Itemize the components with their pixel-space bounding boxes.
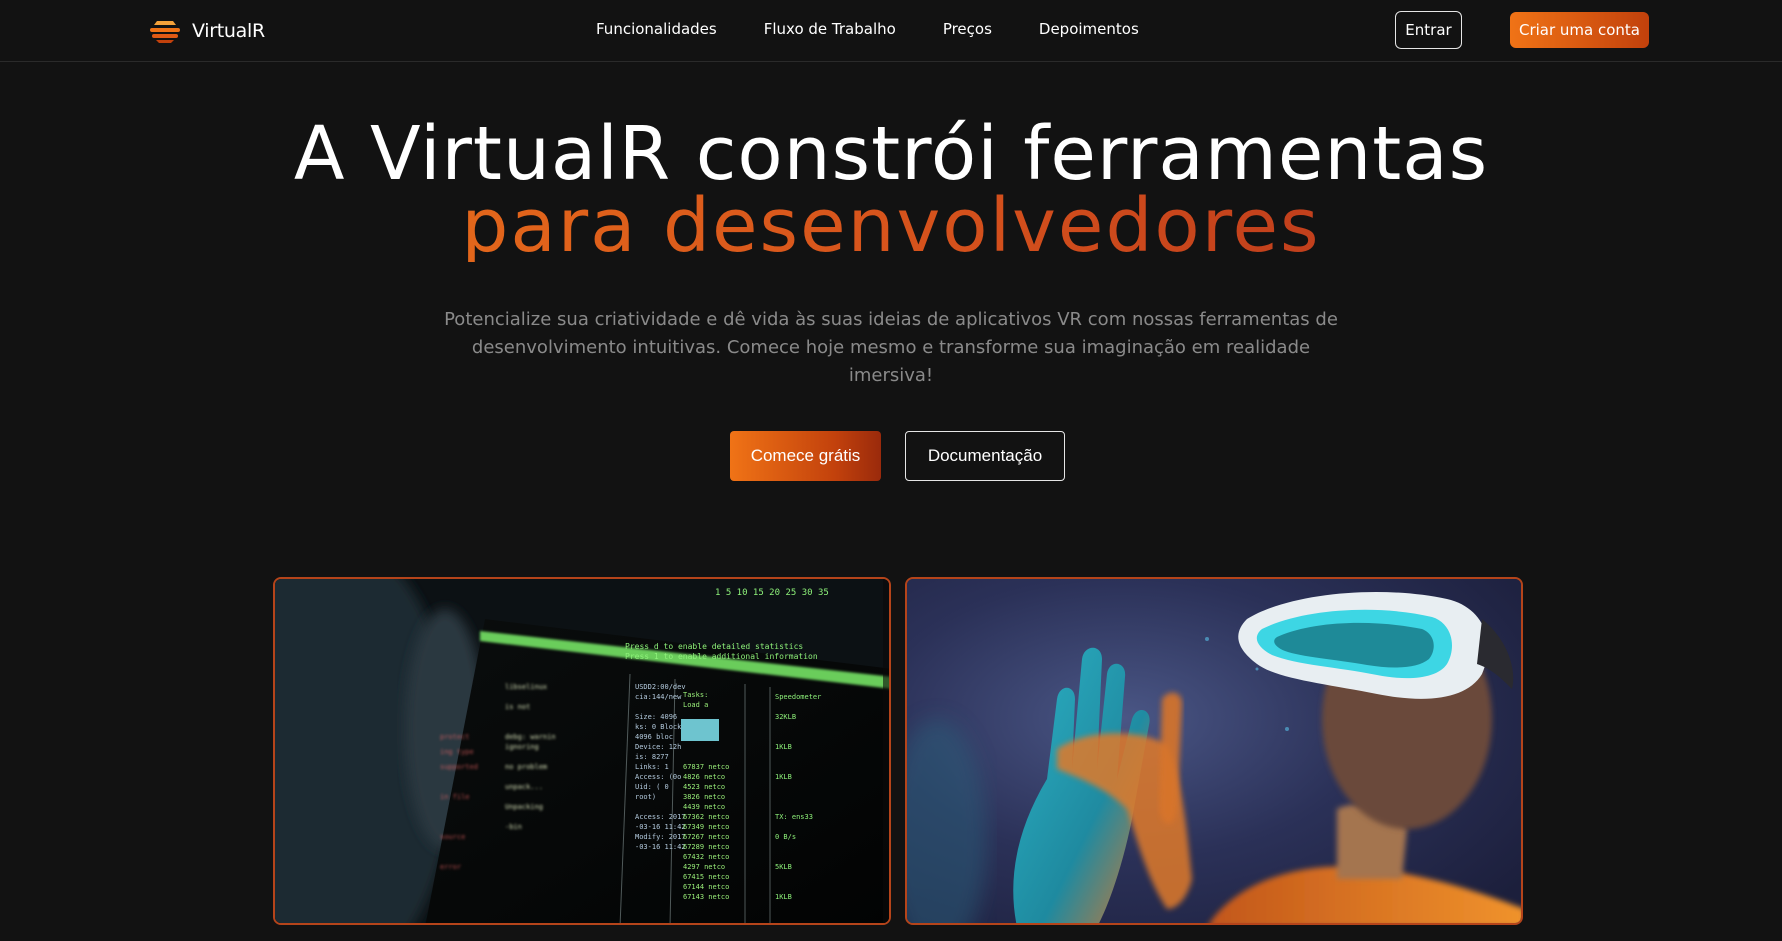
start-free-button[interactable]: Comece grátis	[730, 431, 881, 481]
svg-text:Uid: ( 0: Uid: ( 0	[635, 783, 669, 791]
vr-headset-person-image	[905, 577, 1523, 925]
top-navbar: VirtualR Funcionalidades Fluxo de Trabal…	[0, 0, 1782, 62]
svg-text:Size: 4096: Size: 4096	[635, 713, 677, 721]
svg-text:1KLB: 1KLB	[775, 893, 792, 901]
svg-text:Tasks:: Tasks:	[683, 691, 708, 699]
svg-text:debg: warnin: debg: warnin	[505, 733, 556, 741]
nav-link-funcionalidades[interactable]: Funcionalidades	[596, 20, 717, 38]
svg-text:4523 netco: 4523 netco	[683, 783, 725, 791]
svg-text:root): root)	[635, 793, 656, 801]
nav-link-depoimentos[interactable]: Depoimentos	[1039, 20, 1139, 38]
hero-title-line1: A VirtualR constrói ferramentas	[293, 111, 1489, 197]
svg-text:1KLB: 1KLB	[775, 773, 792, 781]
svg-text:libselinux: libselinux	[505, 683, 547, 691]
svg-text:Access: (0o: Access: (0o	[635, 773, 681, 781]
svg-text:67837 netco: 67837 netco	[683, 763, 729, 771]
svg-text:unpack...: unpack...	[505, 783, 543, 791]
nav-link-fluxo-de-trabalho[interactable]: Fluxo de Trabalho	[764, 20, 896, 38]
svg-text:is: 8277: is: 8277	[635, 753, 669, 761]
vr-headset-illustration	[907, 579, 1521, 923]
nav-links: Funcionalidades Fluxo de Trabalho Preços…	[596, 20, 1139, 38]
hero-title-line2: para desenvolvedores	[0, 189, 1782, 263]
svg-text:67289 netco: 67289 netco	[683, 843, 729, 851]
svg-text:supported: supported	[440, 763, 478, 771]
svg-text:-03-16 11:42: -03-16 11:42	[635, 843, 686, 851]
svg-text:4826 netco: 4826 netco	[683, 773, 725, 781]
svg-text:source: source	[440, 833, 465, 841]
brand-name: VirtualR	[192, 20, 265, 42]
svg-text:5KLB: 5KLB	[775, 863, 792, 871]
documentation-button[interactable]: Documentação	[905, 431, 1065, 481]
svg-text:no problem: no problem	[505, 763, 547, 771]
svg-text:67362 netco: 67362 netco	[683, 813, 729, 821]
svg-text:3826 netco: 3826 netco	[683, 793, 725, 801]
svg-text:67415 netco: 67415 netco	[683, 873, 729, 881]
svg-text:0 B/s: 0 B/s	[775, 833, 796, 841]
svg-text:Modify: 2017: Modify: 2017	[635, 833, 686, 841]
hero-title: A VirtualR constrói ferramentas para des…	[0, 111, 1782, 263]
svg-text:4096 bloc: 4096 bloc	[635, 733, 673, 741]
nav-link-precos[interactable]: Preços	[943, 20, 992, 38]
svg-text:ignoring: ignoring	[505, 743, 539, 751]
svg-text:Press d to enable detailed sta: Press d to enable detailed statistics	[625, 642, 803, 651]
svg-text:67349 netco: 67349 netco	[683, 823, 729, 831]
svg-text:Unpacking: Unpacking	[505, 803, 543, 811]
svg-text:4297 netco: 4297 netco	[683, 863, 725, 871]
svg-text:67143 netco: 67143 netco	[683, 893, 729, 901]
hero-subtitle: Potencialize sua criatividade e dê vida …	[444, 309, 1338, 386]
svg-text:67432 netco: 67432 netco	[683, 853, 729, 861]
svg-text:is not: is not	[505, 703, 530, 711]
login-button[interactable]: Entrar	[1395, 11, 1462, 49]
svg-text:1KLB: 1KLB	[775, 743, 792, 751]
stacked-bars-logo-icon	[150, 21, 180, 43]
svg-text:Load a: Load a	[683, 701, 708, 709]
svg-text:USDD2:00/dev: USDD2:00/dev	[635, 683, 686, 691]
svg-text:Access: 2017: Access: 2017	[635, 813, 686, 821]
svg-text:67267 netco: 67267 netco	[683, 833, 729, 841]
svg-text:-bin: -bin	[505, 823, 522, 831]
svg-text:Links: 1: Links: 1	[635, 763, 669, 771]
svg-text:67144 netco: 67144 netco	[683, 883, 729, 891]
svg-text:TX: ens33: TX: ens33	[775, 813, 813, 821]
svg-text:ing type: ing type	[440, 748, 474, 756]
brand-logo[interactable]: VirtualR	[148, 16, 265, 46]
svg-text:in file: in file	[440, 793, 470, 801]
svg-text:Speedometer: Speedometer	[775, 693, 821, 701]
signup-button[interactable]: Criar uma conta	[1510, 12, 1649, 48]
svg-text:1 5 10 15 20 25 30 35: 1 5 10 15 20 25 30 35	[715, 588, 829, 598]
code-terminal-image: 1 5 10 15 20 25 30 35 Press d to enable …	[273, 577, 891, 925]
svg-text:Device: 12h: Device: 12h	[635, 743, 681, 751]
svg-text:Press 1 to enable additional i: Press 1 to enable additional information	[625, 652, 818, 661]
svg-text:4439 netco: 4439 netco	[683, 803, 725, 811]
svg-text:ks: 0 Block: ks: 0 Block	[635, 723, 682, 731]
svg-text:-03-16 11:42: -03-16 11:42	[635, 823, 686, 831]
svg-text:32KLB: 32KLB	[775, 713, 796, 721]
svg-text:error: error	[440, 863, 461, 871]
svg-text:protect: protect	[440, 733, 470, 741]
code-terminal-illustration: 1 5 10 15 20 25 30 35 Press d to enable …	[275, 579, 889, 923]
